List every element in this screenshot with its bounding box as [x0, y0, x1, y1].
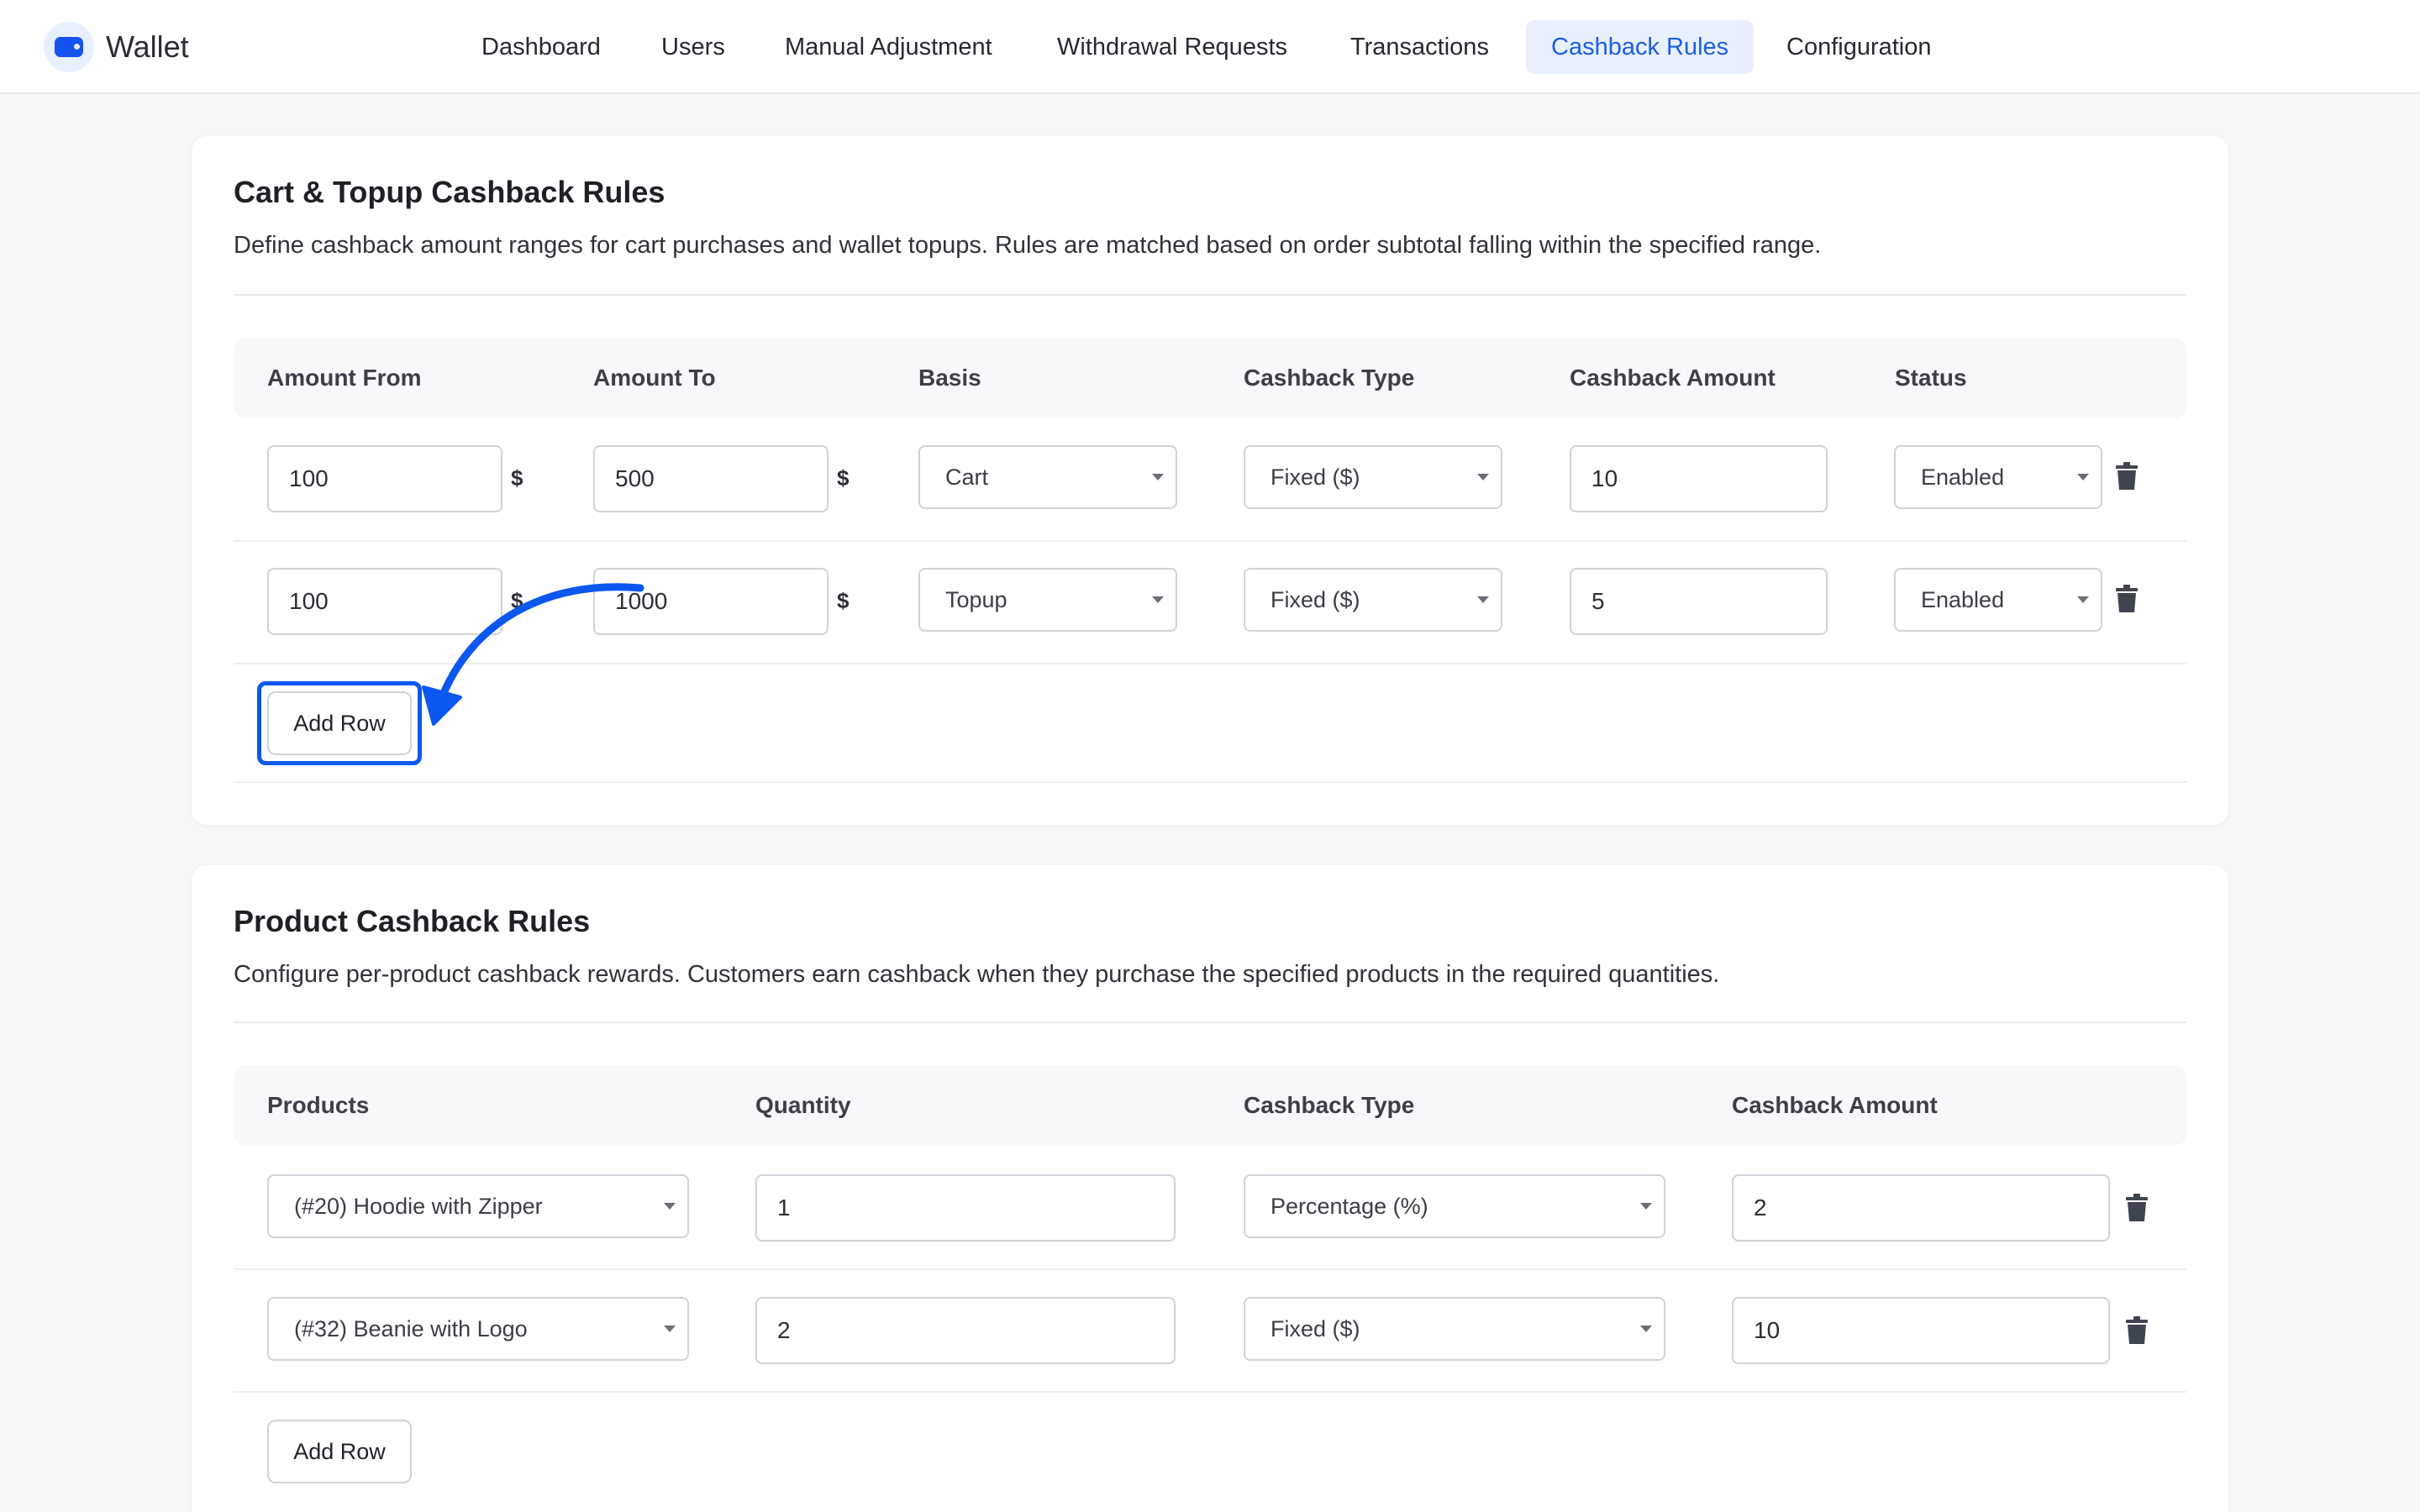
currency-symbol: $: [837, 465, 850, 491]
nav-dashboard[interactable]: Dashboard: [456, 20, 626, 74]
row-divider: [234, 1391, 2186, 1393]
quantity-input[interactable]: 1: [755, 1174, 1176, 1242]
add-row-button[interactable]: Add Row: [267, 691, 412, 755]
chevron-down-icon: [664, 1326, 676, 1332]
chevron-down-icon: [1152, 474, 1164, 480]
divider: [234, 294, 2186, 296]
column-header: Basis: [918, 365, 981, 391]
cart-topup-rules-card: Cart & Topup Cashback Rules Define cashb…: [192, 136, 2228, 825]
nav-transactions[interactable]: Transactions: [1325, 20, 1514, 74]
nav-configuration[interactable]: Configuration: [1761, 20, 1957, 74]
trash-icon[interactable]: [2116, 462, 2138, 491]
basis-value: Topup: [945, 587, 1007, 612]
cashback-type-select[interactable]: Fixed ($): [1244, 568, 1502, 632]
nav-manual-adjustment[interactable]: Manual Adjustment: [760, 20, 1018, 74]
column-header: Cashback Amount: [1732, 1092, 1938, 1118]
currency-symbol: $: [511, 465, 523, 491]
top-navigation-bar: Wallet Dashboard Users Manual Adjustment…: [0, 0, 2420, 94]
column-header: Quantity: [755, 1092, 851, 1118]
cashback-amount-input[interactable]: 10: [1570, 445, 1828, 512]
status-value: Enabled: [1921, 587, 2005, 612]
cashback-amount-input[interactable]: 10: [1732, 1297, 2110, 1364]
product-rules-card: Product Cashback Rules Configure per-pro…: [192, 865, 2228, 1512]
column-header: Status: [1895, 365, 1967, 391]
cashback-type-select[interactable]: Fixed ($): [1244, 445, 1502, 509]
row-divider: [234, 781, 2186, 783]
section-description: Configure per-product cashback rewards. …: [234, 961, 1720, 988]
status-select[interactable]: Enabled: [1894, 445, 2102, 509]
column-header: Cashback Amount: [1570, 365, 1776, 391]
chevron-down-icon: [2077, 596, 2089, 603]
amount-to-input[interactable]: 1000: [593, 568, 829, 635]
product-select[interactable]: (#20) Hoodie with Zipper: [267, 1174, 689, 1238]
table-header: Amount From Amount To Basis Cashback Typ…: [234, 338, 2186, 418]
amount-to-input[interactable]: 500: [593, 445, 829, 512]
quantity-input[interactable]: 2: [755, 1297, 1176, 1364]
chevron-down-icon: [2077, 474, 2089, 480]
cashback-type-value: Fixed ($): [1270, 587, 1360, 612]
cashback-type-value: Fixed ($): [1270, 465, 1360, 490]
chevron-down-icon: [1640, 1326, 1652, 1332]
nav-users[interactable]: Users: [636, 20, 750, 74]
cashback-type-value: Fixed ($): [1270, 1316, 1360, 1341]
column-header: Cashback Type: [1244, 1092, 1415, 1118]
add-row-button[interactable]: Add Row: [267, 1420, 412, 1483]
column-header: Cashback Type: [1244, 365, 1415, 391]
section-title: Cart & Topup Cashback Rules: [234, 175, 666, 209]
row-divider: [234, 540, 2186, 542]
trash-icon[interactable]: [2126, 1194, 2148, 1222]
column-header: Products: [267, 1092, 370, 1118]
basis-value: Cart: [945, 465, 989, 490]
currency-symbol: $: [837, 588, 850, 613]
product-value: (#32) Beanie with Logo: [294, 1316, 528, 1341]
row-divider: [234, 663, 2186, 664]
chevron-down-icon: [1477, 474, 1489, 480]
product-select[interactable]: (#32) Beanie with Logo: [267, 1297, 689, 1361]
cashback-amount-input[interactable]: 5: [1570, 568, 1828, 635]
column-header: Amount From: [267, 365, 422, 391]
amount-from-input[interactable]: 100: [267, 568, 502, 635]
nav-cashback-rules[interactable]: Cashback Rules: [1526, 20, 1754, 74]
table-header: Products Quantity Cashback Type Cashback…: [234, 1065, 2186, 1146]
currency-symbol: $: [511, 588, 523, 613]
basis-select[interactable]: Topup: [918, 568, 1177, 632]
section-title: Product Cashback Rules: [234, 904, 591, 938]
divider: [234, 1021, 2186, 1023]
nav-withdrawal-requests[interactable]: Withdrawal Requests: [1032, 20, 1313, 74]
status-select[interactable]: Enabled: [1894, 568, 2102, 632]
product-value: (#20) Hoodie with Zipper: [294, 1194, 543, 1219]
basis-select[interactable]: Cart: [918, 445, 1177, 509]
chevron-down-icon: [1152, 596, 1164, 603]
chevron-down-icon: [1477, 596, 1489, 603]
cashback-type-value: Percentage (%): [1270, 1194, 1428, 1219]
section-description: Define cashback amount ranges for cart p…: [234, 232, 1822, 259]
status-value: Enabled: [1921, 465, 2005, 490]
trash-icon[interactable]: [2126, 1316, 2148, 1345]
column-header: Amount To: [593, 365, 716, 391]
row-divider: [234, 1268, 2186, 1270]
main-nav: Dashboard Users Manual Adjustment Withdr…: [0, 20, 2420, 74]
chevron-down-icon: [664, 1203, 676, 1210]
cashback-amount-input[interactable]: 2: [1732, 1174, 2110, 1242]
amount-from-input[interactable]: 100: [267, 445, 502, 512]
cashback-type-select[interactable]: Percentage (%): [1244, 1174, 1665, 1238]
cashback-type-select[interactable]: Fixed ($): [1244, 1297, 1665, 1361]
chevron-down-icon: [1640, 1203, 1652, 1210]
trash-icon[interactable]: [2116, 585, 2138, 613]
